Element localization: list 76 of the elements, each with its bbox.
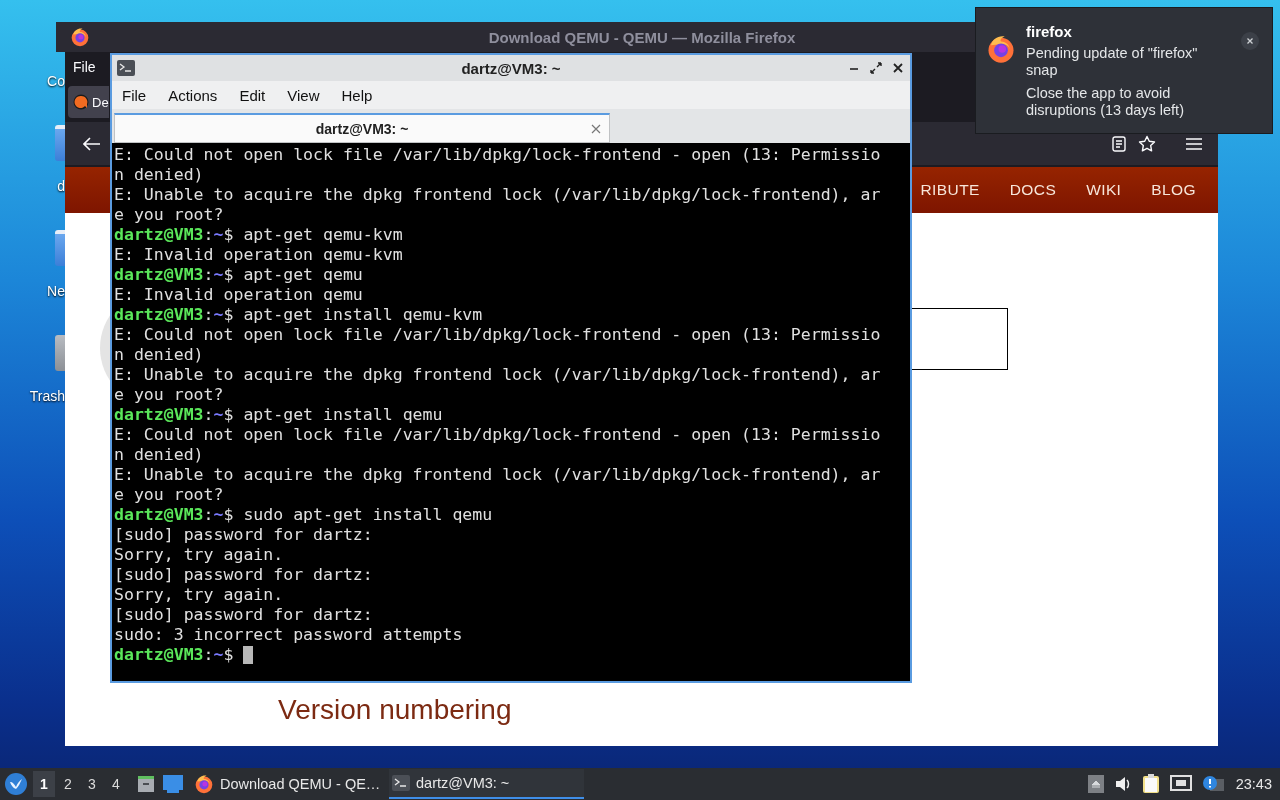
nav-link[interactable]: DOCS bbox=[1009, 181, 1057, 199]
prompt-line: dartz@VM3:~$ bbox=[114, 645, 234, 665]
notification-title: firefox bbox=[1026, 22, 1073, 42]
file-cabinet-icon[interactable] bbox=[137, 775, 155, 793]
notification-summary: Pending update of "firefox" snap bbox=[1026, 45, 1199, 79]
folder-icon[interactable] bbox=[55, 125, 65, 161]
menu-item[interactable]: File bbox=[73, 59, 96, 75]
firefox-icon bbox=[194, 774, 214, 794]
workspace-button[interactable]: 3 bbox=[81, 771, 103, 797]
desktop-icon-label[interactable]: Trash bbox=[29, 387, 65, 405]
terminal-line: [sudo] password for dartz: bbox=[114, 565, 373, 585]
terminal-line: E: Could not open lock file /var/lib/dpkg/lock-frontend - open (13: Permissio bbox=[114, 425, 881, 445]
desktop-icon-label[interactable]: Ne bbox=[47, 282, 65, 300]
menu-item[interactable]: Help bbox=[341, 86, 373, 104]
speaker-icon[interactable] bbox=[1113, 775, 1132, 793]
clipboard-icon[interactable] bbox=[1141, 774, 1160, 794]
nav-link[interactable]: RIBUTE bbox=[920, 181, 980, 199]
notification-body: Close the app to avoid disruptions (13 days left) bbox=[1026, 85, 1185, 119]
browser-tab[interactable]: De bbox=[68, 86, 109, 118]
workspace-button[interactable]: 1 bbox=[33, 771, 55, 797]
workspace-button[interactable]: 4 bbox=[105, 771, 127, 797]
nav-link[interactable]: WIKI bbox=[1086, 181, 1122, 199]
terminal-line: E: Unable to acquire the dpkg frontend lock (/var/lib/dpkg/lock-frontend), ar bbox=[114, 465, 881, 485]
window-title: Download QEMU - QEMU — Mozilla Firefox bbox=[488, 28, 796, 46]
close-icon[interactable] bbox=[1241, 32, 1259, 50]
terminal-icon bbox=[392, 775, 410, 791]
firefox-icon bbox=[70, 27, 90, 47]
terminal-line: Sorry, try again. bbox=[114, 585, 284, 605]
window-title: dartz@VM3: ~ bbox=[461, 59, 561, 77]
taskbar-button[interactable]: Download QEMU - QE… bbox=[191, 769, 386, 799]
terminal-line: [sudo] password for dartz: bbox=[114, 525, 373, 545]
nav-link[interactable]: BLOG bbox=[1151, 181, 1196, 199]
menu-icon[interactable] bbox=[1186, 137, 1202, 150]
terminal-line: E: Could not open lock file /var/lib/dpkg/lock-frontend - open (13: Permissio bbox=[114, 325, 881, 345]
prompt-line: dartz@VM3:~$ apt-get qemu bbox=[114, 265, 363, 285]
terminal-line: n denied) bbox=[114, 345, 204, 365]
clock: 23:43 bbox=[1235, 776, 1272, 792]
prompt-line: dartz@VM3:~$ apt-get qemu-kvm bbox=[114, 225, 403, 245]
terminal-tab[interactable]: dartz@VM3: ~ bbox=[114, 113, 610, 143]
menu-item[interactable]: View bbox=[287, 86, 320, 104]
prompt-line: dartz@VM3:~$ apt-get install qemu bbox=[114, 405, 443, 425]
terminal-line: E: Invalid operation qemu bbox=[114, 285, 363, 305]
prompt-line: dartz@VM3:~$ sudo apt-get install qemu bbox=[114, 505, 493, 525]
maximize-icon[interactable] bbox=[870, 62, 882, 74]
back-arrow-icon[interactable] bbox=[83, 136, 101, 151]
section-heading: Version numbering bbox=[278, 694, 513, 726]
menu-item[interactable]: File bbox=[122, 86, 147, 104]
menu-item[interactable]: Actions bbox=[168, 86, 218, 104]
terminal-line: E: Unable to acquire the dpkg frontend lock (/var/lib/dpkg/lock-frontend), ar bbox=[114, 365, 881, 385]
terminal-line: Sorry, try again. bbox=[114, 545, 284, 565]
terminal-line: e you root? bbox=[114, 205, 224, 225]
menu-item[interactable]: Edit bbox=[239, 86, 266, 104]
firefox-icon bbox=[986, 34, 1016, 64]
update-alert-icon[interactable] bbox=[1201, 775, 1224, 793]
terminal-line: n denied) bbox=[114, 445, 204, 465]
workspace-button[interactable]: 2 bbox=[57, 771, 79, 797]
network-icon[interactable] bbox=[1169, 775, 1192, 793]
terminal-line: sudo: 3 incorrect password attempts bbox=[114, 625, 463, 645]
star-icon[interactable] bbox=[1138, 134, 1156, 153]
terminal-line: n denied) bbox=[114, 165, 204, 185]
reader-view-icon[interactable] bbox=[1112, 135, 1126, 152]
terminal-line: E: Invalid operation qemu-kvm bbox=[114, 245, 403, 265]
desktop-icon[interactable] bbox=[163, 775, 183, 793]
start-menu-icon[interactable] bbox=[5, 773, 27, 795]
terminal-icon bbox=[117, 60, 135, 76]
qemu-logo-icon bbox=[73, 94, 89, 110]
eject-icon[interactable] bbox=[1087, 775, 1104, 793]
terminal-line: e you root? bbox=[114, 485, 224, 505]
close-icon[interactable] bbox=[892, 62, 904, 74]
prompt-line: dartz@VM3:~$ apt-get install qemu-kvm bbox=[114, 305, 483, 325]
terminal-line: [sudo] password for dartz: bbox=[114, 605, 373, 625]
folder-icon[interactable] bbox=[55, 230, 65, 266]
taskbar-button[interactable]: dartz@VM3: ~ bbox=[389, 769, 584, 799]
terminal-line: E: Unable to acquire the dpkg frontend lock (/var/lib/dpkg/lock-frontend), ar bbox=[114, 185, 881, 205]
terminal-line: E: Could not open lock file /var/lib/dpkg/lock-frontend - open (13: Permissio bbox=[114, 145, 881, 165]
terminal-line: e you root? bbox=[114, 385, 224, 405]
